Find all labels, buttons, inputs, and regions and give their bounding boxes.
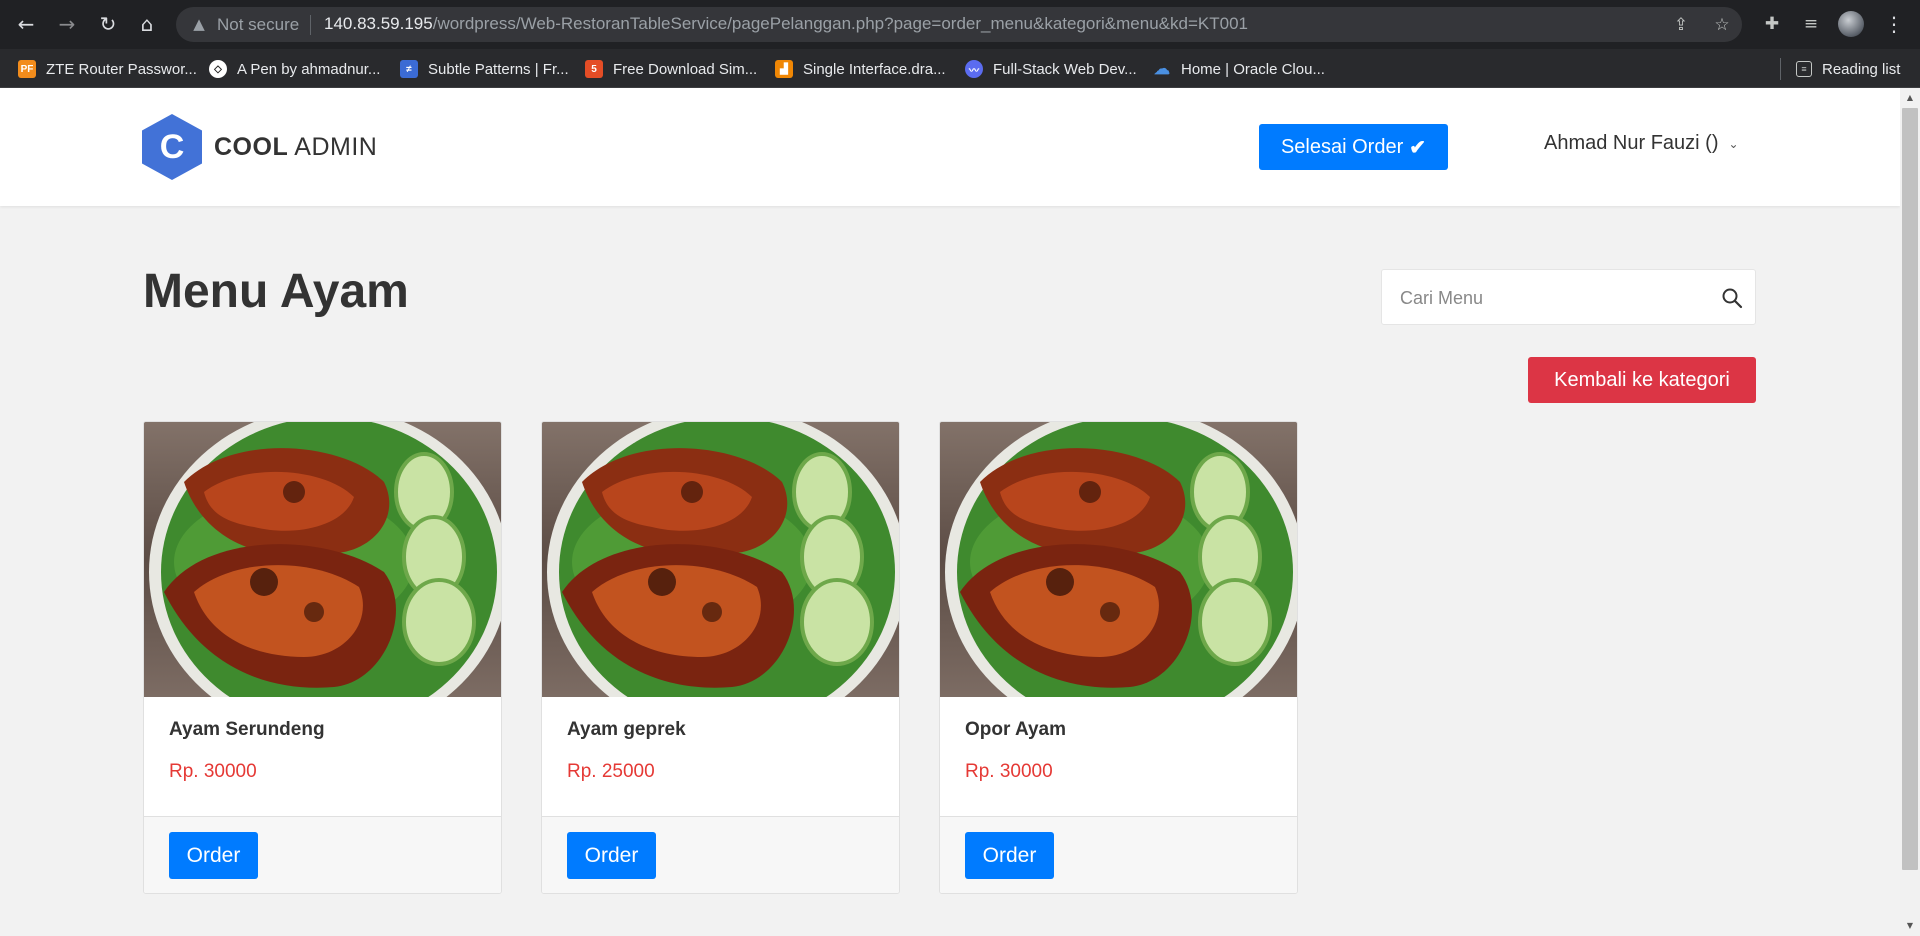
- bookmark-label: Free Download Sim...: [613, 60, 758, 78]
- profile-avatar[interactable]: [1838, 11, 1864, 37]
- reload-icon[interactable]: ↻: [94, 10, 122, 38]
- html5-favicon-icon: 5: [585, 60, 603, 78]
- chevron-down-icon: ⌄: [1728, 136, 1739, 151]
- address-divider: [310, 15, 311, 35]
- drawio-favicon-icon: ▟: [775, 60, 793, 78]
- user-name: Ahmad Nur Fauzi (): [1544, 132, 1719, 154]
- reading-list-label: Reading list: [1822, 60, 1901, 78]
- order-button[interactable]: Order: [169, 832, 258, 879]
- menu-item-price: Rp. 30000: [169, 761, 257, 782]
- menu-card: Ayam Serundeng Rp. 30000 Order: [143, 421, 502, 894]
- order-button[interactable]: Order: [567, 832, 656, 879]
- card-footer: Order: [144, 816, 501, 893]
- bookmark-item[interactable]: 〰 Full-Stack Web Dev...: [965, 59, 1137, 79]
- user-menu[interactable]: Ahmad Nur Fauzi () ⌄: [1544, 132, 1739, 155]
- card-footer: Order: [940, 816, 1297, 893]
- back-to-category-button[interactable]: Kembali ke kategori: [1528, 357, 1756, 403]
- reading-list-button[interactable]: ≡ Reading list: [1796, 59, 1900, 79]
- bookmark-label: A Pen by ahmadnur...: [237, 60, 381, 78]
- check-icon: ✔: [1409, 136, 1427, 159]
- bookmark-label: Home | Oracle Clou...: [1181, 60, 1325, 78]
- food-image: [144, 422, 501, 697]
- logo-text: COOL ADMIN: [214, 132, 378, 161]
- reading-queue-icon[interactable]: ≡: [1799, 12, 1823, 36]
- bookmark-item[interactable]: 5 Free Download Sim...: [585, 59, 757, 79]
- bookmark-item[interactable]: ☁ Home | Oracle Clou...: [1153, 59, 1325, 79]
- menu-item-name: Opor Ayam: [965, 719, 1067, 740]
- finish-order-button[interactable]: Selesai Order ✔: [1259, 124, 1448, 170]
- logo[interactable]: C COOL ADMIN: [142, 114, 377, 180]
- search-box: [1381, 269, 1756, 325]
- bookmark-label: Subtle Patterns | Fr...: [428, 60, 569, 78]
- menu-item-price: Rp. 30000: [965, 761, 1053, 782]
- bookmark-item[interactable]: ◇ A Pen by ahmadnur...: [209, 59, 380, 79]
- finish-order-label: Selesai Order: [1280, 135, 1404, 158]
- menu-card: Ayam geprek Rp. 25000 Order: [541, 421, 900, 894]
- bookmark-item[interactable]: PF ZTE Router Passwor...: [18, 59, 197, 79]
- extensions-icon[interactable]: ✚: [1760, 12, 1784, 36]
- back-arrow-icon[interactable]: ←: [12, 10, 40, 38]
- page-content: C COOL ADMIN Selesai Order ✔ Ahmad Nur F…: [0, 88, 1900, 936]
- star-icon[interactable]: ☆: [1711, 14, 1733, 36]
- pf-favicon-icon: PF: [18, 60, 36, 78]
- scroll-up-icon[interactable]: ▲: [1904, 92, 1916, 104]
- order-button[interactable]: Order: [965, 832, 1054, 879]
- address-bar[interactable]: ▲ Not secure 140.83.59.195/wordpress/Web…: [176, 7, 1742, 42]
- logo-hexagon-icon: C: [142, 114, 202, 180]
- codepen-favicon-icon: ◇: [209, 60, 227, 78]
- forward-arrow-icon[interactable]: →: [53, 10, 81, 38]
- scrollbar-thumb[interactable]: [1902, 108, 1918, 870]
- home-icon[interactable]: ⌂: [133, 10, 161, 38]
- cloud-favicon-icon: ☁: [1154, 61, 1170, 78]
- bookmarks-bar: PF ZTE Router Passwor... ◇ A Pen by ahma…: [0, 49, 1920, 88]
- menu-item-name: Ayam Serundeng: [169, 719, 325, 740]
- security-label[interactable]: Not secure: [217, 15, 299, 35]
- bookmark-item[interactable]: ▟ Single Interface.dra...: [775, 59, 946, 79]
- card-footer: Order: [542, 816, 899, 893]
- page-title: Menu Ayam: [143, 265, 409, 318]
- bookmark-label: Full-Stack Web Dev...: [993, 60, 1137, 78]
- search-icon[interactable]: [1720, 286, 1744, 310]
- menu-item-price: Rp. 25000: [567, 761, 655, 782]
- browser-toolbar: ← → ↻ ⌂ ▲ Not secure 140.83.59.195/wordp…: [0, 0, 1920, 49]
- menu-item-name: Ayam geprek: [567, 719, 686, 740]
- warning-icon[interactable]: ▲: [190, 15, 208, 33]
- menu-card: Opor Ayam Rp. 30000 Order: [939, 421, 1298, 894]
- food-image: [940, 422, 1297, 697]
- food-image: [542, 422, 899, 697]
- site-header: C COOL ADMIN Selesai Order ✔ Ahmad Nur F…: [0, 88, 1900, 206]
- share-icon[interactable]: ⇪: [1670, 14, 1692, 36]
- search-input[interactable]: [1400, 284, 1700, 312]
- more-menu-icon[interactable]: ⋮: [1880, 10, 1908, 38]
- reading-list-icon: ≡: [1796, 61, 1812, 77]
- scroll-down-icon[interactable]: ▼: [1904, 920, 1916, 932]
- subtle-patterns-favicon-icon: ≠: [400, 60, 418, 78]
- bookmarks-divider: [1780, 58, 1781, 80]
- fullstack-favicon-icon: 〰: [965, 60, 983, 78]
- bookmark-label: ZTE Router Passwor...: [46, 60, 197, 78]
- bookmark-label: Single Interface.dra...: [803, 60, 946, 78]
- url-text[interactable]: 140.83.59.195/wordpress/Web-RestoranTabl…: [324, 14, 1248, 34]
- bookmark-item[interactable]: ≠ Subtle Patterns | Fr...: [400, 59, 569, 79]
